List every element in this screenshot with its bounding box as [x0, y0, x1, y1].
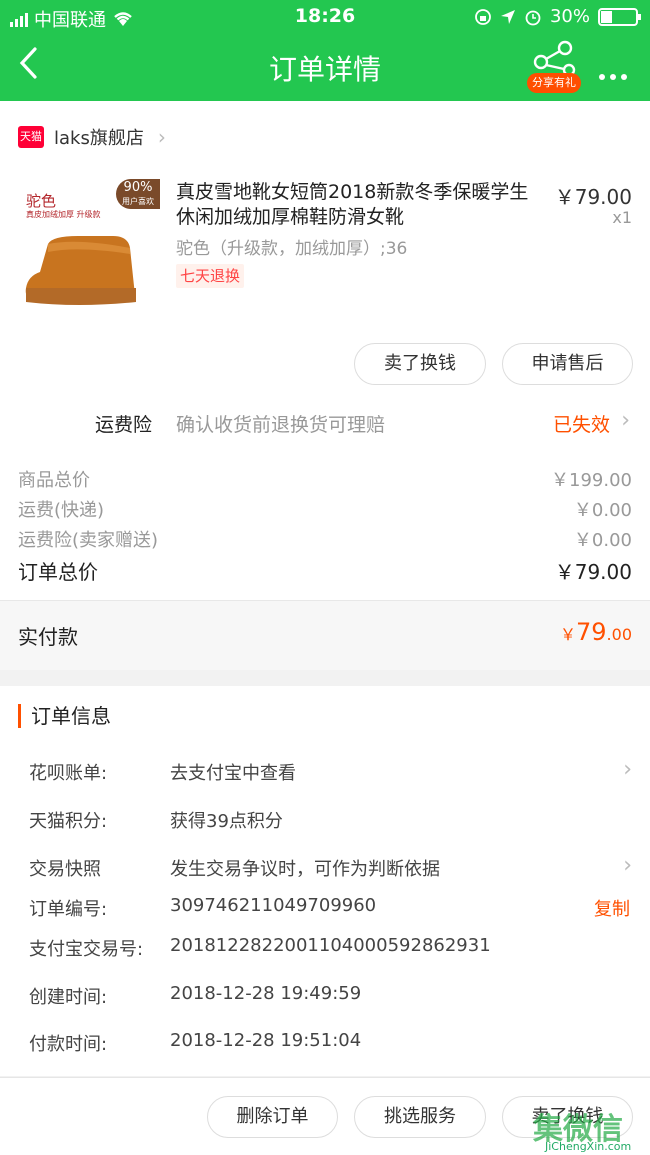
info-row-points: 天猫积分: 获得39点积分 [29, 807, 634, 837]
more-button[interactable] [598, 54, 628, 89]
watermark-sub: JiChengXin.com [545, 1140, 632, 1153]
info-key: 花呗账单: [29, 763, 108, 784]
battery-percent: 30% [549, 6, 590, 27]
fee-label: 商品总价 [18, 470, 90, 491]
info-value: 2018-12-28 19:51:04 [170, 1030, 362, 1051]
info-value: 发生交易争议时，可作为判断依据 [170, 859, 440, 880]
copy-button[interactable]: 复制 [594, 895, 630, 921]
image-sublabel: 真皮加绒加厚 升级款 [26, 210, 101, 219]
chevron-right-icon: › [157, 125, 166, 149]
chevron-right-icon: › [623, 853, 632, 878]
sell-button[interactable]: 卖了换钱 [354, 343, 486, 385]
info-key: 交易快照 [29, 859, 101, 880]
delete-order-button[interactable]: 删除订单 [207, 1096, 338, 1138]
insurance-status: 已失效 [552, 414, 610, 436]
order-total-row: 订单总价 ￥79.00 [18, 556, 632, 585]
fee-value: ￥0.00 [573, 530, 632, 551]
paid-label: 实付款 [18, 625, 78, 649]
badge-percent: 90% [123, 180, 153, 195]
info-row-huabei[interactable]: 花呗账单: 去支付宝中查看 › [29, 757, 634, 789]
shop-name: laks旗舰店 [54, 128, 144, 149]
badge-sub: 用户喜欢 [122, 197, 154, 206]
info-row-alipay-number: 支付宝交易号: 2018122822001104000592862931 [29, 935, 634, 965]
info-row-created: 创建时间: 2018-12-28 19:49:59 [29, 983, 634, 1013]
chevron-right-icon: › [623, 757, 632, 782]
aftersale-button[interactable]: 申请售后 [502, 343, 633, 385]
shop-header[interactable]: 天猫 laks旗舰店 › [18, 124, 166, 150]
info-value: 获得39点积分 [170, 811, 283, 832]
info-key: 订单编号: [29, 899, 108, 920]
paid-amount: ￥79.00 [560, 618, 632, 646]
info-value: 去支付宝中查看 [170, 763, 296, 784]
insurance-desc: 确认收货前退换货可理赔 [176, 414, 386, 436]
info-value: 2018-12-28 19:49:59 [170, 983, 362, 1004]
info-value: 309746211049709960 [170, 895, 377, 916]
info-key: 付款时间: [29, 1034, 108, 1055]
info-row-order-number: 订单编号: 309746211049709960 复制 [29, 895, 634, 925]
product-qty: x1 [612, 208, 632, 227]
fee-row: 运费(快递) ￥0.00 [18, 496, 632, 522]
info-key: 天猫积分: [29, 811, 108, 832]
app-header: 中国联通 18:26 30% 订单详情 分享有礼 [0, 0, 650, 101]
product-price: ￥79.00 [554, 185, 632, 209]
fee-label: 运费险(卖家赠送) [18, 530, 159, 551]
fee-label: 订单总价 [18, 560, 98, 584]
rotation-lock-icon [475, 8, 491, 25]
tmall-icon: 天猫 [18, 126, 44, 148]
info-key: 支付宝交易号: [29, 939, 144, 960]
paid-row: 实付款 ￥79.00 [0, 600, 650, 670]
alarm-icon [525, 10, 541, 25]
share-badge[interactable]: 分享有礼 [527, 73, 581, 93]
status-bar: 中国联通 18:26 30% [0, 0, 650, 34]
product-title[interactable]: 真皮雪地靴女短筒2018新款冬季保暖学生休闲加绒加厚棉鞋防滑女靴 [176, 180, 546, 230]
info-key: 创建时间: [29, 987, 108, 1008]
popularity-badge: 90% 用户喜欢 [116, 179, 160, 209]
fee-row: 运费险(卖家赠送) ￥0.00 [18, 526, 632, 552]
location-icon [500, 9, 515, 24]
paid-currency: ￥ [559, 625, 576, 644]
battery-icon [598, 7, 641, 26]
shipping-insurance-row[interactable]: 运费险 确认收货前退换货可理赔 已失效 › [0, 402, 650, 444]
more-icon [599, 74, 627, 80]
fee-value: ￥199.00 [551, 470, 632, 491]
fee-value: ￥79.00 [554, 560, 632, 584]
return-tag: 七天退换 [176, 264, 245, 288]
chevron-right-icon: › [621, 408, 630, 433]
paid-integer: 79 [576, 618, 607, 646]
fee-row: 商品总价 ￥199.00 [18, 466, 632, 492]
fee-label: 运费(快递) [18, 500, 105, 521]
info-row-paid-time: 付款时间: 2018-12-28 19:51:04 [29, 1030, 634, 1060]
info-row-snapshot[interactable]: 交易快照 发生交易争议时，可作为判断依据 › [29, 853, 634, 885]
info-value: 2018122822001104000592862931 [170, 935, 491, 956]
insurance-label: 运费险 [95, 414, 153, 436]
order-info-title: 订单信息 [18, 704, 111, 728]
fee-value: ￥0.00 [573, 500, 632, 521]
product-sku: 驼色（升级款，加绒加厚）;36 [176, 239, 408, 259]
paid-decimal: .00 [606, 625, 632, 644]
image-color-label: 驼色 [26, 192, 57, 210]
pick-service-button[interactable]: 挑选服务 [354, 1096, 486, 1138]
